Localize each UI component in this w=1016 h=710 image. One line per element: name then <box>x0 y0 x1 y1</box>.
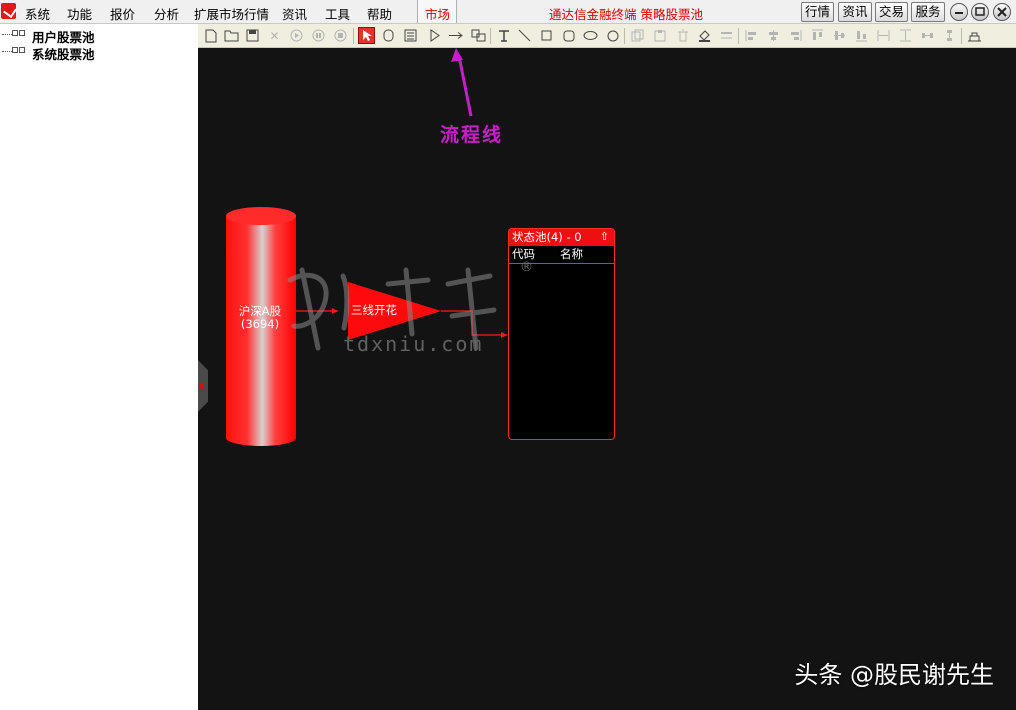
menu-quote[interactable]: 报价 <box>110 4 135 23</box>
menu-tools[interactable]: 工具 <box>325 4 350 23</box>
menu-help[interactable]: 帮助 <box>367 4 392 23</box>
fill-color-icon[interactable] <box>696 27 713 44</box>
tree-item-label: 系统股票池 <box>32 47 95 62</box>
new-file-icon[interactable] <box>202 27 219 44</box>
flow-line-arrow-icon[interactable] <box>447 27 464 44</box>
paste-icon[interactable] <box>651 27 668 44</box>
stop-icon[interactable] <box>332 27 349 44</box>
state-pool-title: 状态池(4) - 0 <box>512 230 582 244</box>
watermark-registered-mark: ® <box>520 260 533 275</box>
rectangle-tool-icon[interactable] <box>538 27 555 44</box>
menu-analysis[interactable]: 分析 <box>154 4 179 23</box>
restore-icon[interactable] <box>971 3 989 21</box>
align-center-icon[interactable] <box>765 27 782 44</box>
strategy-toolbar: ✕ <box>198 24 1016 48</box>
space-vertical-icon[interactable] <box>941 27 958 44</box>
toolbar-separator <box>738 28 739 44</box>
source-node-count: (3694) <box>240 317 280 331</box>
copy-icon[interactable] <box>629 27 646 44</box>
quote-button[interactable]: 行情 <box>801 2 834 22</box>
toolbar-separator <box>961 28 962 44</box>
tree-connector <box>2 34 12 35</box>
image-credit-watermark: 头条 @股民谢先生 <box>794 661 994 689</box>
menu-function[interactable]: 功能 <box>67 4 92 23</box>
delete-icon[interactable]: ✕ <box>266 27 283 44</box>
menu-extended-market[interactable]: 扩展市场行情 <box>194 4 269 23</box>
menu-info[interactable]: 资讯 <box>282 4 307 23</box>
line-style-icon[interactable] <box>718 27 735 44</box>
triangle-filter-icon[interactable] <box>426 27 443 44</box>
pool-tree: 用户股票池 系统股票池 <box>0 24 198 710</box>
tree-node-icon <box>19 47 25 53</box>
tree-node-icon <box>12 47 18 53</box>
state-pool-header[interactable]: 状态池(4) - 0 ⇧ <box>509 229 614 246</box>
tree-item-user-pool[interactable]: 用户股票池 <box>0 27 120 45</box>
tree-connector <box>2 51 12 52</box>
flow-line-annotation: 流程线 <box>440 124 504 146</box>
text-tool-icon[interactable] <box>495 27 512 44</box>
table-node-icon[interactable] <box>402 27 419 44</box>
watermark-domain: tdxniu.com <box>343 332 484 356</box>
filter-node-label: 三线开花 <box>351 303 397 317</box>
cylinder-data-icon[interactable] <box>380 27 397 44</box>
trash-icon[interactable] <box>674 27 691 44</box>
space-horizontal-icon[interactable] <box>919 27 936 44</box>
same-width-icon[interactable] <box>875 27 892 44</box>
align-left-icon[interactable] <box>743 27 760 44</box>
composite-node-icon[interactable] <box>470 27 487 44</box>
toolbar-separator <box>353 28 354 44</box>
tree-node-icon <box>19 30 25 36</box>
app-logo-icon[interactable] <box>1 3 16 19</box>
info-button[interactable]: 资讯 <box>838 2 872 22</box>
circle-tool-icon[interactable] <box>604 27 621 44</box>
strategy-canvas[interactable]: 流程线 沪深A股 (3694) 三线开花 状态池(4) - 0 ⇧ 代码 名称 … <box>198 48 1016 710</box>
open-folder-icon[interactable] <box>223 27 240 44</box>
market-tab[interactable]: 市场 <box>417 0 457 23</box>
arrow-up-icon[interactable]: ⇧ <box>600 229 609 245</box>
save-icon[interactable] <box>244 27 261 44</box>
ellipse-tool-icon[interactable] <box>582 27 599 44</box>
rounded-rect-tool-icon[interactable] <box>560 27 577 44</box>
market-tab-label: 市场 <box>425 7 451 22</box>
align-top-icon[interactable] <box>809 27 826 44</box>
align-right-icon[interactable] <box>787 27 804 44</box>
service-button[interactable]: 服务 <box>911 2 945 22</box>
line-tool-icon[interactable] <box>516 27 533 44</box>
toolbar-separator <box>490 28 491 44</box>
select-pointer-icon[interactable] <box>358 27 375 44</box>
menu-bar: 系统 功能 报价 分析 扩展市场行情 资讯 工具 帮助 市场 通达信金融终端 策… <box>0 0 1016 24</box>
column-header-name[interactable]: 名称 <box>560 246 583 263</box>
align-middle-icon[interactable] <box>831 27 848 44</box>
align-bottom-icon[interactable] <box>853 27 870 44</box>
trade-button[interactable]: 交易 <box>875 2 908 22</box>
close-icon[interactable] <box>993 3 1011 21</box>
window-title: 通达信金融终端 策略股票池 <box>549 7 703 22</box>
source-node-label: 沪深A股 (3694) <box>230 305 290 331</box>
menu-system[interactable]: 系统 <box>25 4 50 23</box>
properties-icon[interactable] <box>966 27 983 44</box>
play-icon[interactable] <box>288 27 305 44</box>
tree-item-system-pool[interactable]: 系统股票池 <box>0 44 120 62</box>
tree-node-icon <box>12 30 18 36</box>
annotation-arrow <box>451 48 473 117</box>
toolbar-separator <box>624 28 625 44</box>
same-height-icon[interactable] <box>897 27 914 44</box>
pause-icon[interactable] <box>310 27 327 44</box>
minimize-icon[interactable] <box>950 3 968 21</box>
